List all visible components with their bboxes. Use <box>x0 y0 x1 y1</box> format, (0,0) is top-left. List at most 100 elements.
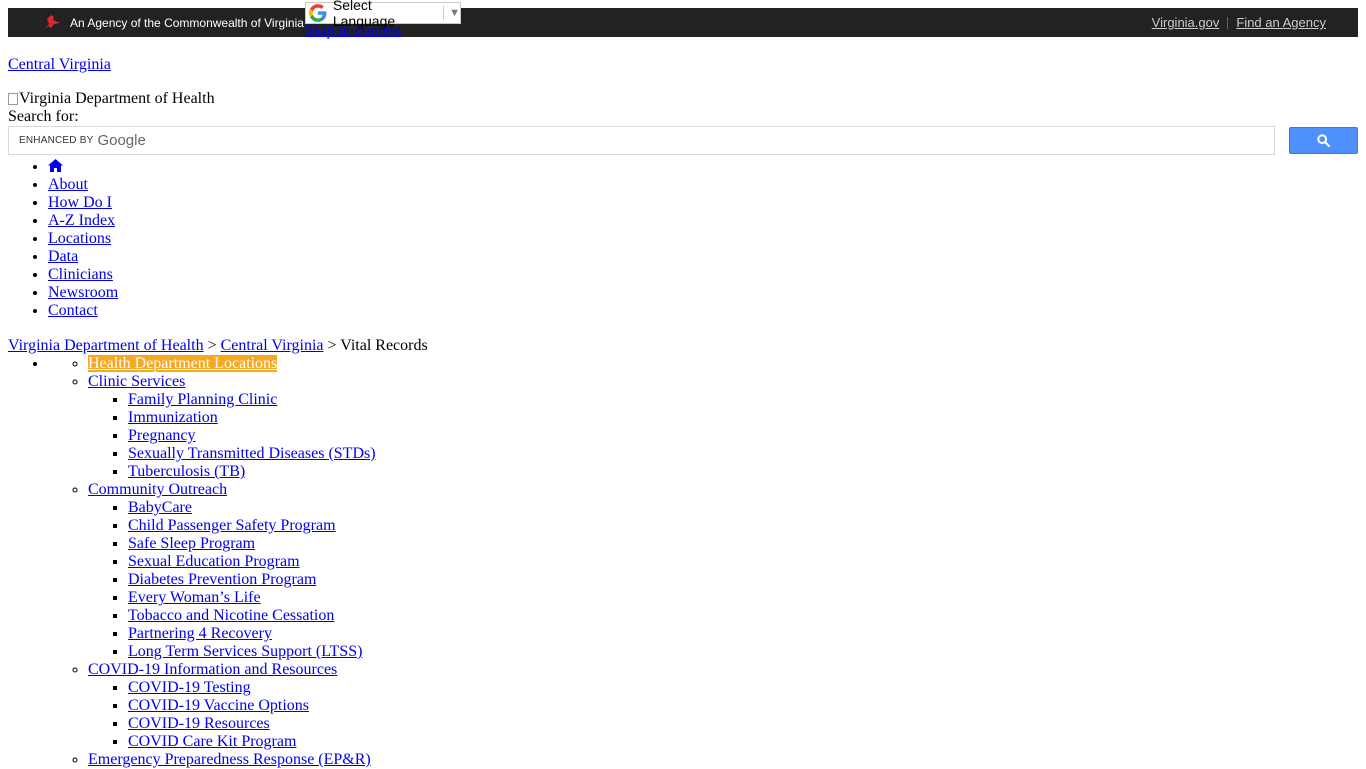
side-menu: Health Department Locations Clinic Servi… <box>0 355 376 769</box>
nav-link-how-do-i[interactable]: How Do I <box>48 194 112 211</box>
tuberculosis-link[interactable]: Tuberculosis (TB) <box>128 463 245 480</box>
covid-vaccine-link[interactable]: COVID-19 Vaccine Options <box>128 697 309 714</box>
submenu-item: Child Passenger Safety Program <box>128 517 376 535</box>
nav-item-contact: Contact <box>48 302 118 320</box>
search-input[interactable]: ENHANCED BY Google <box>8 126 1275 155</box>
pregnancy-link[interactable]: Pregnancy <box>128 427 196 444</box>
menu-item-covid: COVID-19 Information and Resources COVID… <box>88 661 376 751</box>
emergency-preparedness-link[interactable]: Emergency Preparedness Response (EP&R) <box>88 751 371 768</box>
submenu-item: COVID-19 Testing <box>128 679 376 697</box>
diabetes-prevention-link[interactable]: Diabetes Prevention Program <box>128 571 316 588</box>
google-wordmark: Google <box>97 132 146 149</box>
immunization-link[interactable]: Immunization <box>128 409 218 426</box>
side-menu-level-2: Health Department Locations Clinic Servi… <box>48 355 376 769</box>
nav-link-newsroom[interactable]: Newsroom <box>48 284 118 301</box>
nav-item-locations: Locations <box>48 230 118 248</box>
language-select-divider <box>443 6 445 20</box>
nav-link-a-z-index[interactable]: A-Z Index <box>48 212 115 229</box>
submenu-item: Pregnancy <box>128 427 376 445</box>
submenu-item: Sexual Education Program <box>128 553 376 571</box>
agency-text: An Agency of the Commonwealth of Virgini… <box>70 15 304 30</box>
enhanced-by-text: ENHANCED BY <box>19 135 94 146</box>
covid-testing-link[interactable]: COVID-19 Testing <box>128 679 251 696</box>
covid-submenu: COVID-19 Testing COVID-19 Vaccine Option… <box>88 679 376 751</box>
nav-link-clinicians[interactable]: Clinicians <box>48 266 113 283</box>
submenu-item: COVID Care Kit Program <box>128 733 376 751</box>
breadcrumb: Virginia Department of Health > Central … <box>8 337 428 355</box>
side-menu-root: Health Department Locations Clinic Servi… <box>48 355 376 769</box>
covid-resources-link[interactable]: COVID-19 Resources <box>128 715 270 732</box>
submenu-item: COVID-19 Vaccine Options <box>128 697 376 715</box>
safe-sleep-link[interactable]: Safe Sleep Program <box>128 535 255 552</box>
google-g-icon <box>309 4 327 22</box>
nav-link-data[interactable]: Data <box>48 248 78 265</box>
breadcrumb-separator: > <box>207 337 217 354</box>
health-dept-locations-link[interactable]: Health Department Locations <box>88 355 278 372</box>
family-planning-link[interactable]: Family Planning Clinic <box>128 391 277 408</box>
search-icon <box>1317 134 1330 147</box>
nav-item-a-z-index: A-Z Index <box>48 212 118 230</box>
submenu-item: Tuberculosis (TB) <box>128 463 376 481</box>
nav-link-locations[interactable]: Locations <box>48 230 111 247</box>
cardinal-icon <box>43 14 60 30</box>
clinic-services-link[interactable]: Clinic Services <box>88 373 185 390</box>
broken-image-icon <box>8 93 18 105</box>
search-button[interactable] <box>1289 127 1358 154</box>
virginia-gov-link[interactable]: Virginia.gov <box>1152 15 1220 30</box>
home-link[interactable] <box>48 158 63 175</box>
submenu-item: Immunization <box>128 409 376 427</box>
nav-item-about: About <box>48 176 118 194</box>
ltss-link[interactable]: Long Term Services Support (LTSS) <box>128 643 362 660</box>
top-links: Virginia.gov Find an Agency <box>1152 8 1326 37</box>
nav-link-about[interactable]: About <box>48 176 88 193</box>
covid-info-link[interactable]: COVID-19 Information and Resources <box>88 661 337 678</box>
submenu-item: COVID-19 Resources <box>128 715 376 733</box>
breadcrumb-central-virginia[interactable]: Central Virginia <box>221 337 324 354</box>
submenu-item: Diabetes Prevention Program <box>128 571 376 589</box>
language-select[interactable]: Select Language ▼ <box>305 0 461 29</box>
skip-to-content-link[interactable]: Skip to content <box>305 22 402 40</box>
menu-item-clinic-services: Clinic Services Family Planning Clinic I… <box>88 373 376 481</box>
submenu-item: Sexually Transmitted Diseases (STDs) <box>128 445 376 463</box>
stds-link[interactable]: Sexually Transmitted Diseases (STDs) <box>128 445 376 462</box>
site-name-link[interactable]: Central Virginia <box>8 56 111 74</box>
menu-item-emergency: Emergency Preparedness Response (EP&R) <box>88 751 376 769</box>
nav-item-newsroom: Newsroom <box>48 284 118 302</box>
caret-down-icon: ▼ <box>449 7 460 19</box>
sexual-education-link[interactable]: Sexual Education Program <box>128 553 300 570</box>
search-label: Search for: <box>8 108 79 125</box>
covid-care-kit-link[interactable]: COVID Care Kit Program <box>128 733 296 750</box>
community-outreach-link[interactable]: Community Outreach <box>88 481 227 498</box>
submenu-item: Family Planning Clinic <box>128 391 376 409</box>
main-nav: About How Do I A-Z Index Locations Data … <box>0 158 118 320</box>
every-womans-life-link[interactable]: Every Woman’s Life <box>128 589 261 606</box>
submenu-item: Partnering 4 Recovery <box>128 625 376 643</box>
breadcrumb-vdh[interactable]: Virginia Department of Health <box>8 337 204 354</box>
breadcrumb-separator: > <box>327 337 337 354</box>
partnering-4-recovery-link[interactable]: Partnering 4 Recovery <box>128 625 272 642</box>
menu-item-health-dept-locations: Health Department Locations <box>88 355 376 373</box>
nav-item-data: Data <box>48 248 118 266</box>
nav-item-home <box>48 158 118 176</box>
community-outreach-submenu: BabyCare Child Passenger Safety Program … <box>88 499 376 661</box>
tobacco-cessation-link[interactable]: Tobacco and Nicotine Cessation <box>128 607 334 624</box>
child-passenger-safety-link[interactable]: Child Passenger Safety Program <box>128 517 336 534</box>
babycare-link[interactable]: BabyCare <box>128 499 192 516</box>
submenu-item: BabyCare <box>128 499 376 517</box>
top-links-divider <box>1227 16 1229 29</box>
vdh-logo[interactable]: Virginia Department of Health <box>8 90 215 108</box>
submenu-item: Every Woman’s Life <box>128 589 376 607</box>
top-bar: An Agency of the Commonwealth of Virgini… <box>8 8 1358 37</box>
submenu-item: Safe Sleep Program <box>128 535 376 553</box>
agency-banner: An Agency of the Commonwealth of Virgini… <box>40 8 304 37</box>
home-icon <box>48 159 63 172</box>
nav-item-clinicians: Clinicians <box>48 266 118 284</box>
nav-link-contact[interactable]: Contact <box>48 302 98 319</box>
find-agency-link[interactable]: Find an Agency <box>1236 15 1326 30</box>
menu-item-community-outreach: Community Outreach BabyCare Child Passen… <box>88 481 376 661</box>
nav-item-how-do-i: How Do I <box>48 194 118 212</box>
clinic-services-submenu: Family Planning Clinic Immunization Preg… <box>88 391 376 481</box>
breadcrumb-current: Vital Records <box>340 337 428 354</box>
submenu-item: Tobacco and Nicotine Cessation <box>128 607 376 625</box>
logo-alt-text: Virginia Department of Health <box>19 90 215 107</box>
